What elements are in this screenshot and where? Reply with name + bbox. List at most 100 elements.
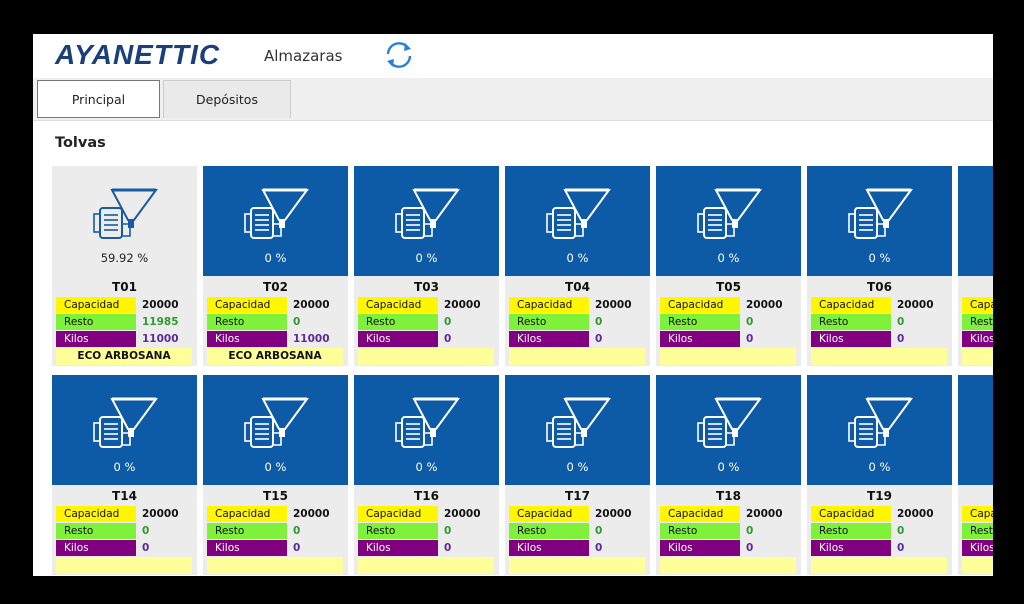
tolva-percent: 0 % [868, 251, 891, 265]
tolva-tile[interactable]: 0 % [807, 375, 952, 485]
kilos-row: Kilos 0 [56, 540, 197, 556]
header: AYANETTIC Almazaras [33, 34, 993, 78]
tolva-card[interactable]: 0 % T17 Capacidad 20000 Resto 0 Kilos 0 [505, 375, 650, 575]
tolva-card[interactable]: 0 % T03 Capacidad 20000 Resto 0 Kilos 0 [354, 166, 499, 366]
resto-label: Resto [962, 314, 993, 330]
kilos-label: Kilos [660, 540, 740, 556]
tolva-tile[interactable]: 0 % [354, 375, 499, 485]
tolva-card[interactable]: 0 % T04 Capacidad 20000 Resto 0 Kilos 0 [505, 166, 650, 366]
capacidad-row: Capacidad 20000 [56, 506, 197, 522]
tolva-card[interactable]: 0 % T05 Capacidad 20000 Resto 0 Kilos 0 [656, 166, 801, 366]
kilos-row: Kilos 0 [660, 540, 801, 556]
kilos-row: Kilos 11000 [207, 331, 348, 347]
resto-row: Resto 0 [358, 523, 499, 539]
tab-depositos[interactable]: Depósitos [163, 80, 291, 118]
tolva-tile[interactable] [958, 166, 993, 276]
capacidad-row: Capacidad 20000 [509, 297, 650, 313]
tolva-code: T03 [414, 280, 439, 294]
capacidad-row: Capacidad 20000 [811, 506, 952, 522]
tolva-tile[interactable]: 0 % [656, 166, 801, 276]
resto-label: Resto [358, 523, 438, 539]
tolva-card[interactable]: 0 % T06 Capacidad 20000 Resto 0 Kilos 0 [807, 166, 952, 366]
capacidad-value: 20000 [293, 299, 330, 311]
tolva-tile[interactable] [958, 375, 993, 485]
tolva-tile[interactable]: 59.92 % [52, 166, 197, 276]
hopper-icon [90, 393, 160, 459]
owner-label: ECO ARBOSANA [207, 348, 343, 365]
capacidad-label: Capacidad [207, 297, 287, 313]
tolva-percent: 59.92 % [100, 251, 149, 265]
kilos-value: 0 [595, 542, 603, 554]
tolva-percent: 0 % [415, 460, 438, 474]
capacidad-label: Capacidad [811, 297, 891, 313]
tolva-tile[interactable]: 0 % [203, 375, 348, 485]
tolva-code: T05 [716, 280, 741, 294]
resto-label: Resto [56, 314, 136, 330]
kilos-label: Kilos [358, 331, 438, 347]
resto-label: Resto [660, 523, 740, 539]
tolva-tile[interactable]: 0 % [203, 166, 348, 276]
owner-label [811, 557, 947, 574]
capacidad-row: Capacidad 20000 [207, 506, 348, 522]
tolva-card[interactable]: 0 % T19 Capacidad 20000 Resto 0 Kilos 0 [807, 375, 952, 575]
capacidad-value: 20000 [595, 299, 632, 311]
resto-label: Resto [207, 523, 287, 539]
app-title: Almazaras [264, 47, 343, 65]
tolva-tile[interactable]: 0 % [52, 375, 197, 485]
tolva-card[interactable]: Capacidad Resto Kilos [958, 375, 993, 575]
resto-label: Resto [811, 523, 891, 539]
owner-label [56, 557, 192, 574]
resto-value: 0 [444, 316, 452, 328]
kilos-value: 0 [897, 333, 905, 345]
hopper-icon [543, 184, 613, 250]
refresh-icon[interactable] [381, 38, 417, 72]
tolva-code: T18 [716, 489, 741, 503]
capacidad-label: Capacidad [207, 506, 287, 522]
resto-row: Resto 0 [660, 314, 801, 330]
tolva-percent: 0 % [264, 460, 287, 474]
resto-row: Resto [962, 523, 993, 539]
capacidad-label: Capacidad [660, 297, 740, 313]
tolva-tile[interactable]: 0 % [505, 166, 650, 276]
tolva-card[interactable]: 59.92 % T01 Capacidad 20000 Resto 11985 … [52, 166, 197, 366]
capacidad-label: Capacidad [56, 297, 136, 313]
kilos-row: Kilos 0 [358, 540, 499, 556]
kilos-row: Kilos [962, 331, 993, 347]
hopper-icon [694, 393, 764, 459]
capacidad-row: Capacidad [962, 297, 993, 313]
tolva-percent: 0 % [566, 460, 589, 474]
tolva-percent: 0 % [566, 251, 589, 265]
capacidad-label: Capacidad [811, 506, 891, 522]
tolva-tile[interactable]: 0 % [807, 166, 952, 276]
resto-value: 0 [746, 316, 754, 328]
resto-value: 0 [293, 316, 301, 328]
hopper-icon [543, 393, 613, 459]
owner-label [660, 348, 796, 365]
kilos-label: Kilos [509, 540, 589, 556]
resto-value: 0 [595, 316, 603, 328]
tolva-code: T02 [263, 280, 288, 294]
kilos-value: 0 [293, 542, 301, 554]
kilos-value: 0 [142, 542, 150, 554]
capacidad-value: 20000 [444, 508, 481, 520]
tolva-tile[interactable]: 0 % [354, 166, 499, 276]
tolva-card[interactable]: 0 % T15 Capacidad 20000 Resto 0 Kilos 0 [203, 375, 348, 575]
resto-label: Resto [962, 523, 993, 539]
resto-label: Resto [509, 523, 589, 539]
tolva-card[interactable]: 0 % T16 Capacidad 20000 Resto 0 Kilos 0 [354, 375, 499, 575]
tolva-percent: 0 % [415, 251, 438, 265]
tolva-card[interactable]: 0 % T02 Capacidad 20000 Resto 0 Kilos 11… [203, 166, 348, 366]
tab-principal[interactable]: Principal [37, 80, 160, 118]
capacidad-label: Capacidad [509, 297, 589, 313]
tolva-card[interactable]: 0 % T14 Capacidad 20000 Resto 0 Kilos 0 [52, 375, 197, 575]
tolva-tile[interactable]: 0 % [656, 375, 801, 485]
resto-label: Resto [358, 314, 438, 330]
tolva-tile[interactable]: 0 % [505, 375, 650, 485]
resto-label: Resto [811, 314, 891, 330]
tolva-card[interactable]: 0 % T18 Capacidad 20000 Resto 0 Kilos 0 [656, 375, 801, 575]
tolva-code: T16 [414, 489, 439, 503]
tolva-card[interactable]: Capacidad Resto Kilos [958, 166, 993, 366]
tolva-percent: 0 % [717, 251, 740, 265]
kilos-row: Kilos 0 [358, 331, 499, 347]
kilos-value: 11000 [293, 333, 330, 345]
